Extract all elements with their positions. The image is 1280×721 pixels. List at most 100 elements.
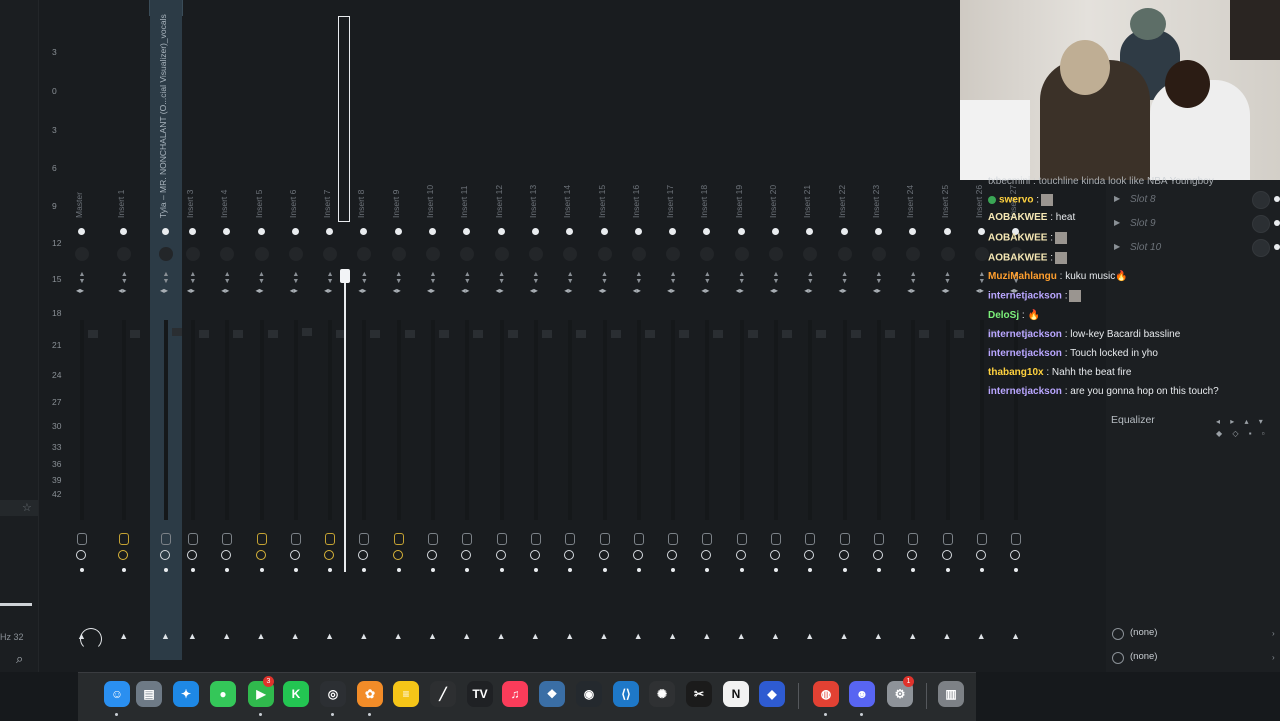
fader-handle[interactable] xyxy=(541,330,552,338)
track-name[interactable]: Insert 13 xyxy=(528,38,538,218)
notion-icon[interactable]: N xyxy=(723,681,749,707)
notes-icon[interactable]: ≡ xyxy=(393,681,419,707)
track-arrows-icon[interactable]: ▲ ▼ xyxy=(159,271,173,285)
tradingview-icon[interactable]: TV xyxy=(467,681,493,707)
track-name[interactable]: Insert 9 xyxy=(391,38,401,218)
stereo-swap-icon[interactable]: ◂▸ xyxy=(839,286,847,295)
route-arrow-icon[interactable]: ▲ xyxy=(359,631,368,641)
mixer-track-insert-6[interactable]: Insert 6 ▲ ▼ ◂▸ ▲ xyxy=(280,0,312,660)
track-led[interactable] xyxy=(566,228,574,235)
mixer-track-master[interactable]: Master ▲ ▼ ◂▸ ▲ xyxy=(66,0,98,660)
track-arrows-icon[interactable]: ▲ ▼ xyxy=(769,271,783,285)
track-name[interactable]: Insert 10 xyxy=(425,38,435,218)
vscode-icon[interactable]: ⟨⟩ xyxy=(613,681,639,707)
mixer-track-insert-5[interactable]: Insert 5 ▲ ▼ ◂▸ ▲ xyxy=(246,0,278,660)
track-fader[interactable] xyxy=(362,320,381,520)
route-icon[interactable] xyxy=(702,533,713,545)
track-fader[interactable] xyxy=(259,320,278,520)
track-arrows-icon[interactable]: ▲ ▼ xyxy=(838,271,852,285)
track-arrows-icon[interactable]: ▲ ▼ xyxy=(563,271,577,285)
stereo-swap-icon[interactable]: ◂▸ xyxy=(76,286,84,295)
track-name[interactable]: Insert 15 xyxy=(597,38,607,218)
track-name[interactable]: Insert 8 xyxy=(356,38,366,218)
track-arrows-icon[interactable]: ▲ ▼ xyxy=(495,271,509,285)
fader-handle[interactable] xyxy=(301,328,312,336)
stereo-swap-icon[interactable]: ◂▸ xyxy=(701,286,709,295)
stereo-swap-icon[interactable]: ◂▸ xyxy=(324,286,332,295)
mixer-track-insert-23[interactable]: Insert 23 ▲ ▼ ◂▸ ▲ xyxy=(863,0,895,660)
route-icon[interactable] xyxy=(633,533,644,545)
send-dial[interactable] xyxy=(427,550,437,560)
mixer-track-insert-12[interactable]: Insert 12 ▲ ▼ ◂▸ ▲ xyxy=(486,0,518,660)
send-dial[interactable] xyxy=(598,550,609,560)
track-pan-knob[interactable] xyxy=(906,247,921,261)
track-fader[interactable] xyxy=(602,320,621,520)
track-dot[interactable] xyxy=(328,568,333,572)
track-pan-knob[interactable] xyxy=(631,247,646,261)
track-led[interactable] xyxy=(840,228,848,235)
star-icon[interactable]: ☆ xyxy=(22,501,32,514)
stereo-swap-icon[interactable]: ◂▸ xyxy=(564,286,572,295)
route-arrow-icon[interactable]: ▲ xyxy=(805,631,814,641)
track-led[interactable] xyxy=(78,228,85,235)
route-arrow-icon[interactable]: ▲ xyxy=(840,631,849,641)
mixer-track-insert-17[interactable]: Insert 17 ▲ ▼ ◂▸ ▲ xyxy=(657,0,690,660)
playhead-marker[interactable] xyxy=(338,16,350,222)
track-arrows-icon[interactable]: ▲ ▼ xyxy=(632,271,646,285)
track-fader[interactable] xyxy=(945,320,964,520)
track-led[interactable] xyxy=(806,228,814,235)
davinci-icon[interactable]: ❖ xyxy=(539,681,565,707)
track-arrows-icon[interactable]: ▲ ▼ xyxy=(186,271,200,285)
route-arrow-icon[interactable]: ▲ xyxy=(737,631,746,641)
send-dial[interactable] xyxy=(255,550,266,560)
track-name[interactable]: Tyla – MR. NONCHALANT (O...cial Visualiz… xyxy=(158,14,168,218)
slot-knob[interactable] xyxy=(1252,191,1270,209)
track-dot[interactable] xyxy=(80,568,84,572)
route-icon[interactable] xyxy=(222,533,233,545)
track-fader[interactable] xyxy=(80,320,98,520)
track-name[interactable]: Insert 22 xyxy=(837,38,847,218)
finder-icon[interactable]: ☺ xyxy=(104,681,130,707)
route-icon[interactable] xyxy=(359,533,370,545)
track-name[interactable]: Insert 16 xyxy=(631,38,641,218)
track-name[interactable]: Insert 24 xyxy=(905,38,915,218)
track-fader[interactable] xyxy=(636,320,655,520)
mixer-track-insert-18[interactable]: Insert 18 ▲ ▼ ◂▸ ▲ xyxy=(691,0,724,660)
mixer-track-insert-24[interactable]: Insert 24 ▲ ▼ ◂▸ ▲ xyxy=(897,0,930,660)
track-name[interactable]: Insert 4 xyxy=(219,38,229,218)
route-arrow-icon[interactable]: ▲ xyxy=(394,631,403,641)
fader-handle[interactable] xyxy=(130,330,141,338)
fader-handle[interactable] xyxy=(473,330,484,338)
route-icon[interactable] xyxy=(428,533,438,545)
stereo-swap-icon[interactable]: ◂▸ xyxy=(736,286,744,295)
track-dot[interactable] xyxy=(979,568,984,572)
track-pan-knob[interactable] xyxy=(563,247,578,261)
track-dot[interactable] xyxy=(499,568,504,572)
capcut-icon[interactable]: ✂ xyxy=(686,681,712,707)
route-arrow-icon[interactable]: ▲ xyxy=(977,631,986,641)
route-arrow-icon[interactable]: ▲ xyxy=(462,631,471,641)
track-pan-knob[interactable] xyxy=(426,247,440,261)
track-led[interactable] xyxy=(669,228,677,235)
track-fader[interactable] xyxy=(533,320,552,520)
send-dial[interactable] xyxy=(907,550,918,560)
track-led[interactable] xyxy=(874,228,882,235)
chatgpt-icon[interactable]: ✺ xyxy=(649,681,675,707)
track-dot[interactable] xyxy=(465,568,470,572)
mixer-track-insert-22[interactable]: Insert 22 ▲ ▼ ◂▸ ▲ xyxy=(829,0,861,660)
send-dial[interactable] xyxy=(392,550,403,560)
mixer-track-insert-20[interactable]: Insert 20 ▲ ▼ ◂▸ ▲ xyxy=(760,0,792,660)
route-icon[interactable] xyxy=(736,533,747,545)
track-fader[interactable] xyxy=(328,320,347,520)
fader-handle[interactable] xyxy=(713,330,724,338)
send-dial[interactable] xyxy=(160,550,170,560)
stereo-swap-icon[interactable]: ◂▸ xyxy=(393,286,401,295)
send-dial[interactable] xyxy=(186,550,197,560)
send-dial[interactable] xyxy=(667,550,678,560)
track-name[interactable]: Insert 14 xyxy=(562,38,572,218)
route-arrow-icon[interactable]: ▲ xyxy=(428,631,437,641)
track-pan-knob[interactable] xyxy=(460,247,475,261)
track-pan-knob[interactable] xyxy=(159,247,173,261)
track-pan-knob[interactable] xyxy=(494,247,509,261)
send-dial[interactable] xyxy=(495,550,506,560)
